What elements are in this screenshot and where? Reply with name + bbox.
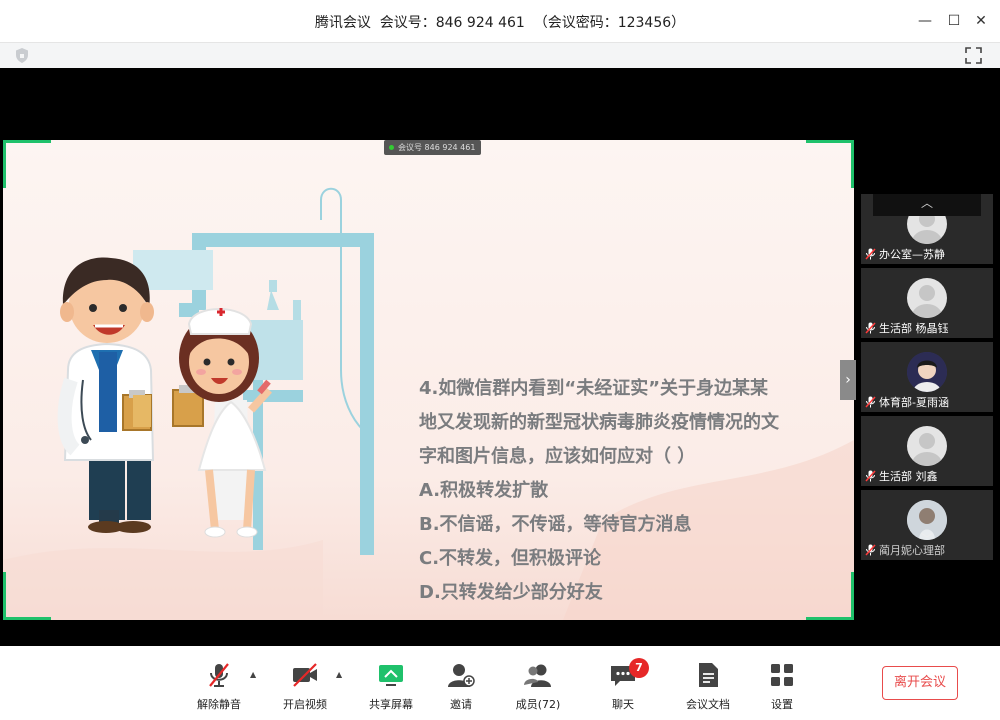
screen-share-frame-corner bbox=[3, 140, 51, 188]
video-off-icon bbox=[293, 663, 317, 687]
members-icon bbox=[524, 664, 551, 687]
fullscreen-icon[interactable] bbox=[965, 47, 982, 64]
mic-muted-icon bbox=[209, 663, 229, 687]
scroll-down-icon[interactable]: ﹀ bbox=[873, 530, 981, 547]
user-photo-avatar bbox=[907, 352, 947, 392]
settings-label: 设置 bbox=[771, 698, 793, 711]
minimize-button[interactable]: — bbox=[914, 10, 936, 32]
meeting-window: 腾讯会议 会议号：846 924 461 （会议密码：123456） — ☐ ✕ bbox=[0, 0, 1000, 720]
expand-panel-arrow-icon[interactable]: › bbox=[840, 360, 856, 400]
screen-share-frame-corner bbox=[3, 572, 51, 620]
participant-name: 办公室—苏静 bbox=[879, 248, 945, 261]
shared-screen-stage: 4.如微信群内看到“未经证实”关于身边某某 地又发现新的新型冠状病毒肺炎疫情情况… bbox=[0, 68, 1000, 646]
chat-button[interactable]: 7 聊天 bbox=[591, 658, 655, 714]
default-avatar bbox=[907, 426, 947, 466]
participant-tile[interactable]: 生活部 杨晶钰 bbox=[861, 268, 993, 338]
meeting-docs-label: 会议文档 bbox=[686, 698, 730, 711]
meeting-docs-button[interactable]: 会议文档 bbox=[676, 660, 740, 714]
question-line: 地又发现新的新型冠状病毒肺炎疫情情况的文 bbox=[419, 412, 779, 433]
title-bar: 腾讯会议 会议号：846 924 461 （会议密码：123456） — ☐ ✕ bbox=[0, 0, 1000, 42]
chat-label: 聊天 bbox=[612, 698, 634, 711]
add-user-icon bbox=[448, 664, 475, 687]
secondary-bar bbox=[0, 42, 1000, 68]
maximize-button[interactable]: ☐ bbox=[943, 10, 965, 32]
shared-slide: 4.如微信群内看到“未经证实”关于身边某某 地又发现新的新型冠状病毒肺炎疫情情况… bbox=[3, 140, 854, 620]
unread-badge: 7 bbox=[629, 658, 649, 678]
question-line: 4.如微信群内看到“未经证实”关于身边某某 bbox=[419, 378, 769, 399]
participant-tile[interactable]: 体育部-夏雨涵 bbox=[861, 342, 993, 412]
start-video-label: 开启视频 bbox=[283, 698, 327, 711]
audio-options-caret-icon[interactable]: ▲ bbox=[250, 670, 256, 679]
document-icon bbox=[699, 663, 718, 687]
shield-icon[interactable] bbox=[14, 47, 30, 64]
invite-button[interactable]: 邀请 bbox=[429, 660, 493, 714]
window-title: 腾讯会议 会议号：846 924 461 （会议密码：123456） bbox=[314, 15, 686, 31]
video-options-caret-icon[interactable]: ▲ bbox=[336, 670, 342, 679]
participant-name: 生活部 刘鑫 bbox=[879, 470, 938, 483]
option-a: A.积极转发扩散 bbox=[419, 480, 549, 501]
close-button[interactable]: ✕ bbox=[970, 10, 992, 32]
share-screen-label: 共享屏幕 bbox=[369, 698, 413, 711]
screen-share-frame-corner bbox=[806, 140, 854, 188]
option-d: D.只转发给少部分好友 bbox=[419, 582, 603, 603]
unmute-label: 解除静音 bbox=[197, 698, 241, 711]
invite-label: 邀请 bbox=[450, 698, 472, 711]
mic-muted-icon bbox=[865, 396, 876, 408]
settings-button[interactable]: 设置 bbox=[750, 660, 814, 714]
mic-muted-icon bbox=[865, 248, 876, 260]
members-button[interactable]: 成员(72) bbox=[506, 660, 570, 714]
meeting-toolbar: 解除静音 ▲ 开启视频 ▲ 共享屏幕 邀请 成员(72) 7 聊天 会议文档 设… bbox=[0, 646, 1000, 720]
settings-grid-icon bbox=[771, 664, 793, 686]
participant-name: 生活部 杨晶钰 bbox=[879, 322, 949, 335]
unmute-button[interactable]: 解除静音 bbox=[187, 660, 251, 714]
share-screen-button[interactable]: 共享屏幕 bbox=[359, 660, 423, 714]
slide-question: 4.如微信群内看到“未经证实”关于身边某某 地又发现新的新型冠状病毒肺炎疫情情况… bbox=[419, 372, 819, 610]
default-avatar bbox=[907, 278, 947, 318]
mic-muted-icon bbox=[865, 470, 876, 482]
participant-tile[interactable]: 蔺月妮心理部 ﹀ bbox=[861, 490, 993, 560]
participant-tile[interactable]: ︿ 办公室—苏静 bbox=[861, 194, 993, 264]
meeting-id-tag: 会议号 846 924 461 bbox=[384, 140, 482, 155]
option-b: B.不信谣，不传谣，等待官方消息 bbox=[419, 514, 692, 535]
option-c: C.不转发，但积极评论 bbox=[419, 548, 602, 569]
mic-muted-icon bbox=[865, 322, 876, 334]
question-line: 字和图片信息，应该如何应对（ ） bbox=[419, 446, 696, 467]
share-screen-icon bbox=[379, 665, 403, 686]
scroll-up-icon[interactable]: ︿ bbox=[873, 194, 981, 216]
leave-meeting-button[interactable]: 离开会议 bbox=[882, 666, 958, 700]
participant-name: 体育部-夏雨涵 bbox=[879, 396, 949, 409]
participant-tile[interactable]: 生活部 刘鑫 bbox=[861, 416, 993, 486]
members-label: 成员(72) bbox=[515, 698, 561, 711]
screen-share-frame-corner bbox=[806, 572, 854, 620]
start-video-button[interactable]: 开启视频 bbox=[273, 660, 337, 714]
